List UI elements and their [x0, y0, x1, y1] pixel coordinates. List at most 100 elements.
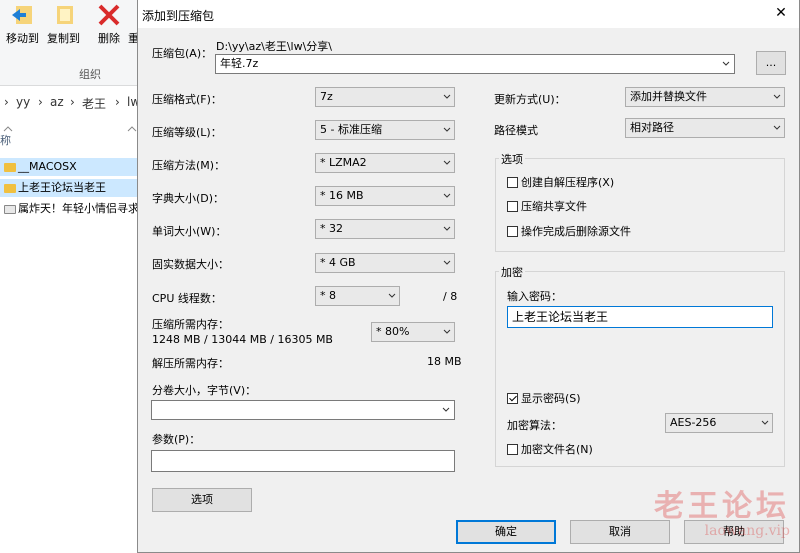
threads-select[interactable]: * 8	[315, 286, 400, 306]
dictionary-select[interactable]: * 16 MB	[315, 186, 455, 206]
compress-memory-label: 压缩所需内存：	[152, 318, 229, 331]
chevron-down-icon	[443, 329, 451, 334]
compress-shared-checkbox[interactable]: 压缩共享文件	[507, 200, 587, 214]
chevron-down-icon	[442, 407, 450, 412]
horizontal-scrollbar[interactable]	[0, 124, 140, 140]
encryption-method-label: 加密算法：	[507, 419, 562, 432]
params-input[interactable]	[151, 450, 455, 472]
password-label: 输入密码：	[507, 290, 562, 303]
word-size-select[interactable]: * 32	[315, 219, 455, 239]
update-mode-label: 更新方式(U)：	[494, 93, 566, 106]
browse-button[interactable]: ...	[756, 51, 786, 75]
dictionary-label: 字典大小(D)：	[152, 192, 225, 205]
file-icon	[4, 204, 16, 214]
word-size-value: * 32	[320, 222, 343, 235]
chevron-down-icon	[443, 260, 451, 265]
threads-max: / 8	[443, 290, 458, 303]
breadcrumb-chevron-icon: ›	[115, 95, 120, 109]
path-mode-value: 相对路径	[630, 121, 674, 134]
checkbox-box	[507, 444, 518, 455]
delete-button[interactable]: 删除	[96, 4, 122, 46]
move-to-button[interactable]: 移动到	[6, 4, 39, 46]
create-sfx-checkbox[interactable]: 创建自解压程序(X)	[507, 176, 614, 190]
options-button[interactable]: 选项	[152, 488, 252, 512]
chevron-down-icon	[443, 226, 451, 231]
chevron-down-icon	[443, 193, 451, 198]
chevron-down-icon	[388, 293, 396, 298]
chevron-down-icon	[773, 94, 781, 99]
solid-size-select[interactable]: * 4 GB	[315, 253, 455, 273]
checkbox-box	[507, 177, 518, 188]
encrypt-filenames-label: 加密文件名(N)	[521, 443, 593, 456]
compress-memory-value: 1248 MB / 13044 MB / 16305 MB	[152, 333, 333, 346]
encryption-group-title: 加密	[499, 264, 525, 280]
params-label: 参数(P)：	[152, 433, 201, 446]
folder-icon	[4, 162, 16, 172]
file-list-item[interactable]: 属炸天！年轻小情侣寻求	[0, 200, 140, 218]
file-list-item[interactable]: __MACOSX	[0, 158, 140, 176]
update-mode-value: 添加并替换文件	[630, 90, 707, 103]
chevron-down-icon	[761, 420, 769, 425]
copy-to-button[interactable]: 复制到	[47, 4, 80, 46]
ok-button[interactable]: 确定	[456, 520, 556, 544]
delete-after-checkbox[interactable]: 操作完成后删除源文件	[507, 225, 631, 239]
file-name: 上老王论坛当老王	[18, 181, 106, 194]
file-list-item[interactable]: 上老王论坛当老王	[0, 179, 140, 197]
chevron-down-icon	[773, 125, 781, 130]
solid-size-label: 固实数据大小：	[152, 258, 229, 271]
chevron-down-icon	[443, 160, 451, 165]
create-sfx-label: 创建自解压程序(X)	[521, 176, 615, 189]
threads-label: CPU 线程数：	[152, 292, 222, 305]
path-mode-label: 路径模式	[494, 124, 538, 137]
update-mode-select[interactable]: 添加并替换文件	[625, 87, 785, 107]
threads-value: * 8	[320, 289, 336, 302]
archive-name-combo[interactable]: 年轻.7z	[215, 54, 735, 74]
encryption-method-select[interactable]: AES-256	[665, 413, 773, 433]
copy-to-label: 复制到	[47, 32, 80, 45]
move-to-icon	[10, 4, 36, 26]
password-value: 上老王论坛当老王	[512, 310, 609, 324]
archive-path: D:\yy\az\老王\lw\分享\	[216, 40, 332, 53]
close-icon[interactable]: ✕	[771, 3, 791, 23]
breadcrumb-item[interactable]: yy	[16, 95, 30, 109]
delete-icon	[96, 4, 122, 26]
show-password-label: 显示密码(S)	[521, 392, 581, 405]
format-select[interactable]: 7z	[315, 87, 455, 107]
decompress-memory-value: 18 MB	[427, 355, 462, 368]
breadcrumb-item[interactable]: 老王	[82, 95, 106, 112]
breadcrumb-item[interactable]: az	[50, 95, 64, 109]
column-header-name[interactable]: 称	[0, 132, 11, 148]
show-password-checkbox[interactable]: 显示密码(S)	[507, 392, 581, 406]
checkbox-box	[507, 201, 518, 212]
chevron-down-icon	[443, 94, 451, 99]
file-name: 属炸天！年轻小情侣寻求	[18, 202, 139, 215]
level-label: 压缩等级(L)：	[152, 126, 222, 139]
breadcrumb-chevron-icon: ›	[70, 95, 75, 109]
volume-label: 分卷大小，字节(V)：	[152, 384, 257, 397]
add-to-archive-dialog: 添加到压缩包 ✕ 压缩包(A)： D:\yy\az\老王\lw\分享\ 年轻.7…	[137, 0, 800, 553]
copy-to-icon	[51, 4, 77, 26]
move-to-label: 移动到	[6, 32, 39, 45]
delete-after-label: 操作完成后删除源文件	[521, 225, 631, 238]
volume-combo[interactable]	[151, 400, 455, 420]
method-select[interactable]: * LZMA2	[315, 153, 455, 173]
path-mode-select[interactable]: 相对路径	[625, 118, 785, 138]
level-select[interactable]: 5 - 标准压缩	[315, 120, 455, 140]
checkbox-box-checked	[507, 393, 518, 404]
encryption-method-value: AES-256	[670, 416, 717, 429]
watermark-main: 老王论坛	[654, 489, 790, 524]
level-value: 5 - 标准压缩	[320, 123, 382, 136]
password-input[interactable]: 上老王论坛当老王	[507, 306, 773, 328]
watermark: 老王论坛 laowang.vip	[654, 481, 790, 539]
breadcrumb-chevron-icon: ›	[38, 95, 43, 109]
encrypt-filenames-checkbox[interactable]: 加密文件名(N)	[507, 443, 593, 457]
memory-percent-select[interactable]: * 80%	[371, 322, 455, 342]
decompress-memory-label: 解压所需内存：	[152, 357, 229, 370]
archive-name-value: 年轻.7z	[220, 57, 259, 70]
dialog-titlebar[interactable]: 添加到压缩包 ✕	[138, 0, 799, 28]
chevron-down-icon	[722, 61, 730, 66]
format-value: 7z	[320, 90, 333, 103]
method-label: 压缩方法(M)：	[152, 159, 226, 172]
word-size-label: 单词大小(W)：	[152, 225, 227, 238]
options-group-title: 选项	[499, 151, 525, 167]
